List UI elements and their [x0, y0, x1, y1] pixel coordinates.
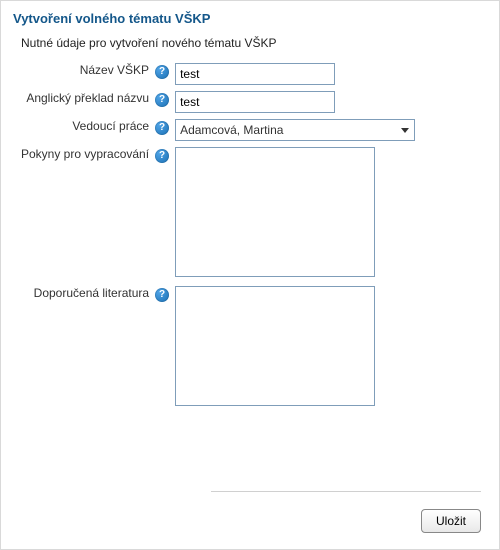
label-supervisor: Vedoucí práce [72, 119, 149, 133]
supervisor-selected-value: Adamcová, Martina [176, 123, 396, 137]
footer-separator [211, 491, 481, 493]
create-thesis-topic-panel: Vytvoření volného tématu VŠKP Nutné údaj… [0, 0, 500, 550]
label-english-title: Anglický překlad názvu [26, 91, 149, 105]
chevron-down-icon [401, 128, 409, 133]
combobox-toggle-button[interactable] [396, 120, 414, 140]
save-button[interactable]: Uložit [421, 509, 481, 533]
help-icon[interactable]: ? [155, 288, 169, 302]
help-icon[interactable]: ? [155, 65, 169, 79]
help-icon[interactable]: ? [155, 121, 169, 135]
supervisor-combobox[interactable]: Adamcová, Martina [175, 119, 415, 141]
instructions-textarea[interactable] [175, 147, 375, 277]
thesis-name-input[interactable] [175, 63, 335, 85]
panel-subtitle: Nutné údaje pro vytvoření nového tématu … [1, 32, 499, 60]
english-title-input[interactable] [175, 91, 335, 113]
literature-textarea[interactable] [175, 286, 375, 406]
label-thesis-name: Název VŠKP [80, 63, 149, 77]
help-icon[interactable]: ? [155, 149, 169, 163]
help-icon[interactable]: ? [155, 93, 169, 107]
label-literature: Doporučená literatura [34, 286, 149, 300]
panel-title: Vytvoření volného tématu VŠKP [1, 1, 499, 32]
form-table: Název VŠKP ? Anglický překlad názvu ? Ve… [19, 60, 417, 412]
label-instructions: Pokyny pro vypracování [21, 147, 149, 161]
